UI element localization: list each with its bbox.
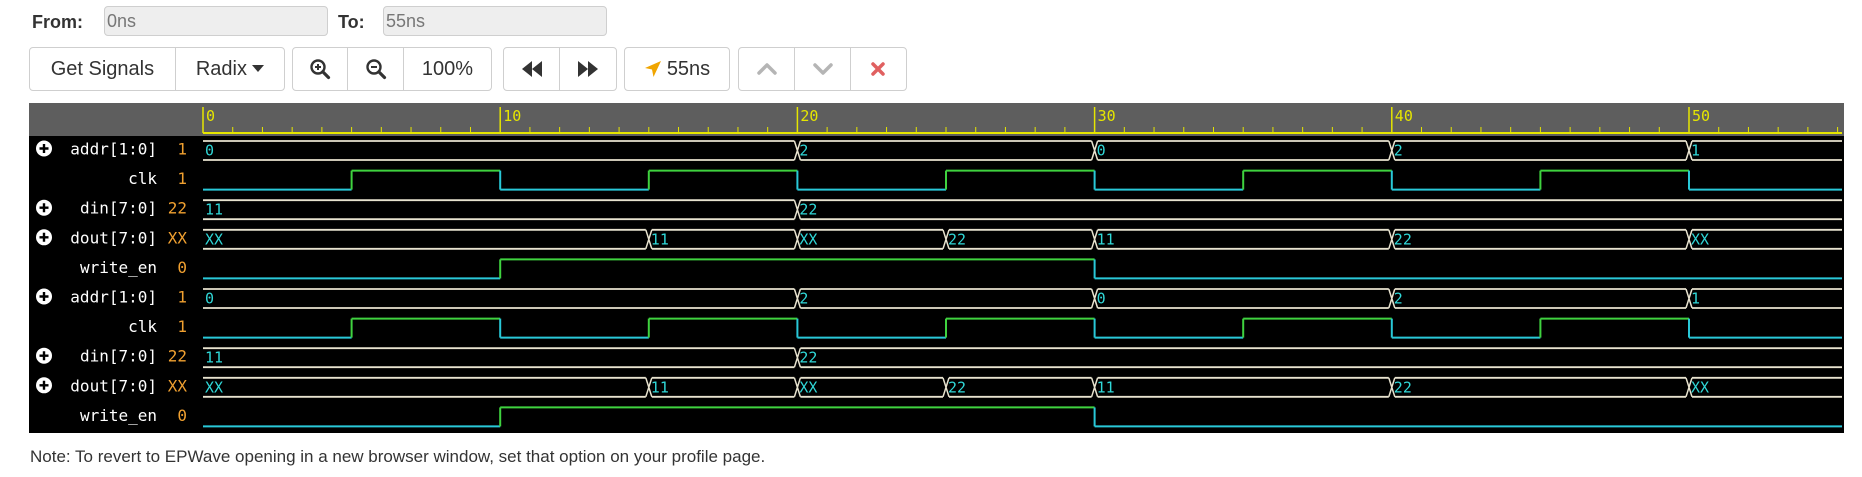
bus-value-label: 2 <box>1394 290 1403 308</box>
signal-name: din[7:0] <box>80 347 157 366</box>
time-range-bar: From: To: <box>0 0 1862 42</box>
chevron-up-icon <box>756 63 777 75</box>
zoom-button-group: 100% <box>292 47 492 91</box>
bus-value-label: XX <box>1691 230 1709 248</box>
navigate-button-group <box>503 47 617 91</box>
waveform-canvas: 0 10 20 30 40 50addr[1:0] 1 0 2 0 2 1clk 1din[7:0] 22… <box>36 107 1842 428</box>
signal-name: write_en <box>80 258 157 277</box>
to-label: To: <box>338 12 365 32</box>
bus-value-label: 1 <box>1691 290 1700 308</box>
bus-value-label: XX <box>1691 378 1709 396</box>
remove-signal-button[interactable] <box>851 48 906 90</box>
signal-value: 22 <box>168 199 187 218</box>
close-icon <box>871 62 886 76</box>
profile-note: Note: To revert to EPWave opening in a n… <box>30 447 766 466</box>
bus-value-label: XX <box>205 378 223 396</box>
bus-value-label: 0 <box>1097 142 1106 160</box>
previous-transition-button[interactable] <box>504 48 561 90</box>
cursor-time-group: 55ns <box>624 47 730 91</box>
bus-value-label: 11 <box>1097 230 1115 248</box>
fast-backward-icon <box>521 61 542 77</box>
bus-value-label: 2 <box>799 290 808 308</box>
zoom-out-icon <box>365 59 386 80</box>
bus-value-label: 22 <box>948 378 966 396</box>
ruler-label: 40 <box>1395 107 1413 125</box>
from-input[interactable] <box>104 6 328 36</box>
fast-forward-icon <box>578 61 598 77</box>
zoom-in-icon <box>310 59 331 80</box>
next-transition-button[interactable] <box>560 48 616 90</box>
move-down-button[interactable] <box>795 48 851 90</box>
bus-value-label: 22 <box>1394 230 1412 248</box>
bus-value-label: 0 <box>205 142 214 160</box>
zoom-in-button[interactable] <box>293 48 349 90</box>
signal-name: clk <box>128 169 157 188</box>
signal-name: addr[1:0] <box>70 288 157 307</box>
ruler-label: 20 <box>800 107 818 125</box>
bus-value-label: 0 <box>1097 290 1106 308</box>
caret-down-icon <box>252 65 264 72</box>
signal-edit-group <box>738 47 907 91</box>
signal-value: 1 <box>177 288 187 307</box>
get-signals-button[interactable]: Get Signals <box>30 48 176 90</box>
radix-dropdown[interactable]: Radix <box>176 48 284 90</box>
bus-value-label: 11 <box>205 349 223 367</box>
to-input[interactable] <box>383 6 607 36</box>
move-up-button[interactable] <box>739 48 796 90</box>
signal-value: 1 <box>177 169 187 188</box>
ruler-label: 30 <box>1098 107 1116 125</box>
signal-name: dout[7:0] <box>70 228 157 247</box>
bus-value-label: 2 <box>799 142 808 160</box>
signal-name: clk <box>128 317 157 336</box>
signal-value: 1 <box>177 317 187 336</box>
from-label: From: <box>32 12 83 32</box>
bus-value-label: 2 <box>1394 142 1403 160</box>
location-arrow-icon <box>644 61 661 77</box>
signal-value: 1 <box>177 140 187 159</box>
ruler-label: 50 <box>1692 107 1710 125</box>
signal-name: dout[7:0] <box>70 376 157 395</box>
bus-value-label: 22 <box>799 349 817 367</box>
signal-value: 22 <box>168 347 187 366</box>
cursor-time-button[interactable]: 55ns <box>625 48 729 90</box>
signal-value: 0 <box>177 406 187 425</box>
bus-value-label: 11 <box>1097 378 1115 396</box>
bus-value-label: 0 <box>205 290 214 308</box>
bus-value-label: 11 <box>205 201 223 219</box>
bus-value-label: 11 <box>651 230 669 248</box>
bus-value-label: 22 <box>1394 378 1412 396</box>
cursor-time-label: 55ns <box>666 57 711 80</box>
chevron-down-icon <box>812 63 833 75</box>
zoom-out-button[interactable] <box>348 48 404 90</box>
signals-button-group: Get Signals Radix <box>29 47 285 91</box>
waveform-toolbar: Get Signals Radix 100% 55ns <box>0 47 1862 92</box>
signal-name: din[7:0] <box>80 199 157 218</box>
signal-name: addr[1:0] <box>70 140 157 159</box>
waveform-viewer[interactable]: 0 10 20 30 40 50 addr[1:0] 1 0 2 0 2 1 clk 1 din[7:0] 22… <box>29 103 1844 433</box>
bus-value-label: XX <box>205 230 223 248</box>
bus-value-label: 11 <box>651 378 669 396</box>
ruler-label: 10 <box>503 107 521 125</box>
ruler-label: 0 <box>206 107 215 125</box>
bus-value-label: 22 <box>799 201 817 219</box>
bus-value-label: XX <box>799 378 817 396</box>
bus-value-label: 22 <box>948 230 966 248</box>
bus-value-label: 1 <box>1691 142 1700 160</box>
signal-value: 0 <box>177 258 187 277</box>
signal-name: write_en <box>80 406 157 425</box>
signal-value: XX <box>168 376 188 395</box>
zoom-level-button[interactable]: 100% <box>404 48 491 90</box>
signal-value: XX <box>168 228 188 247</box>
radix-label: Radix <box>195 57 247 80</box>
bus-value-label: XX <box>799 230 817 248</box>
